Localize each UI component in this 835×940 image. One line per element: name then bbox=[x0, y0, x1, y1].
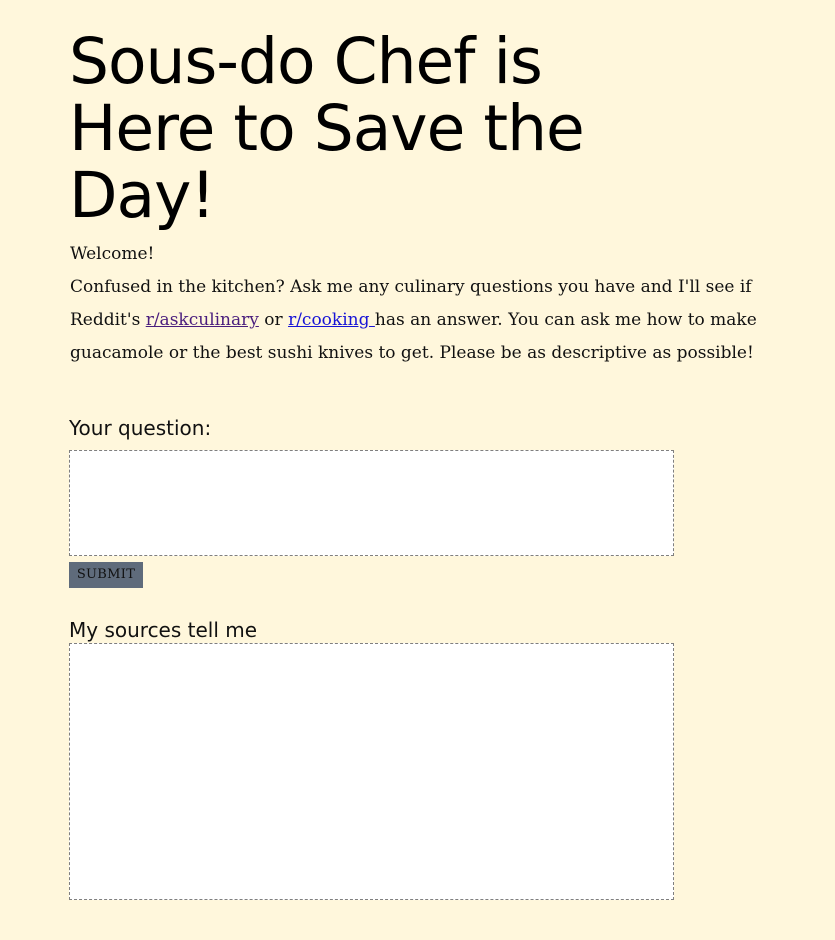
page-title: Sous-do Chef is Here to Save the Day! bbox=[69, 25, 585, 232]
submit-button[interactable]: SUBMIT bbox=[69, 562, 143, 588]
question-label: Your question: bbox=[69, 416, 212, 440]
sources-textarea[interactable] bbox=[69, 643, 674, 900]
question-textarea[interactable] bbox=[69, 450, 674, 556]
sources-label: My sources tell me bbox=[69, 618, 258, 642]
page: Sous-do Chef is Here to Save the Day! We… bbox=[0, 0, 835, 940]
instructions-part-2: or bbox=[258, 310, 289, 330]
welcome-text: Welcome! bbox=[70, 244, 155, 264]
instructions-text: Confused in the kitchen? Ask me any culi… bbox=[70, 271, 780, 370]
askculinary-link[interactable]: r/askculinary bbox=[146, 310, 259, 330]
cooking-link[interactable]: r/cooking bbox=[288, 310, 375, 330]
intro-text: Welcome! Confused in the kitchen? Ask me… bbox=[70, 238, 780, 370]
